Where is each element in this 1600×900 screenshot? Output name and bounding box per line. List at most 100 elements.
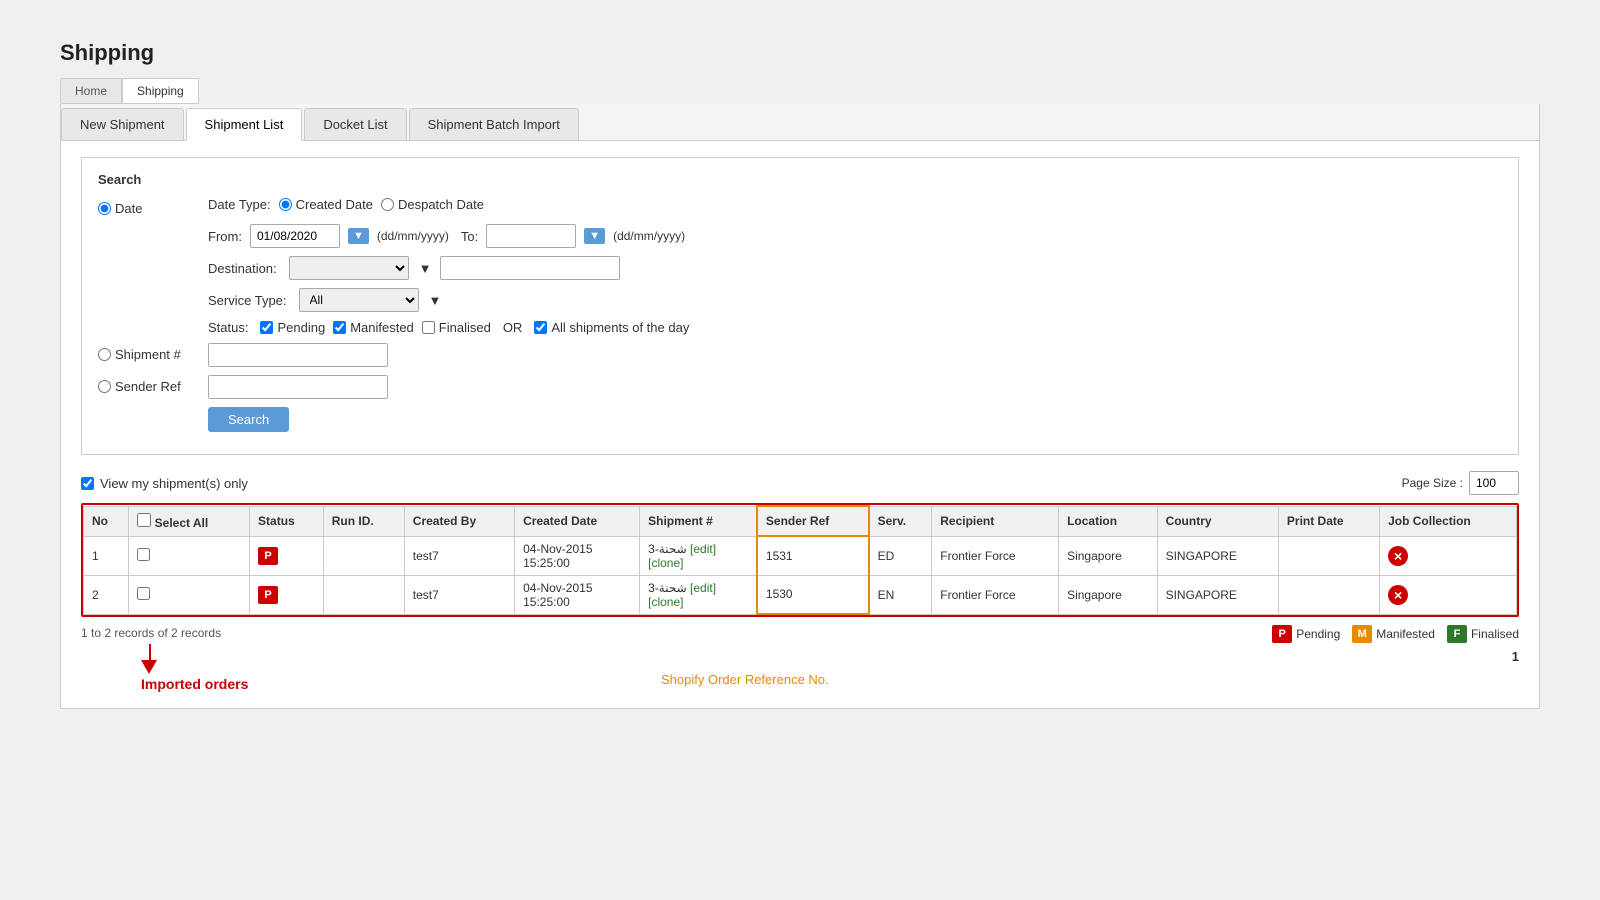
cell-created-by-2: test7: [404, 575, 514, 614]
pending-badge: P: [1272, 625, 1292, 643]
cell-status-1: P: [250, 536, 324, 575]
tab-shipment-batch-import[interactable]: Shipment Batch Import: [409, 108, 579, 140]
cell-checkbox-2: [129, 575, 250, 614]
despatch-date-option[interactable]: Despatch Date: [381, 197, 484, 212]
job-collection-icon-2[interactable]: ×: [1388, 585, 1408, 605]
table-row: 2 P test7 04-Nov-201515:25:00: [84, 575, 1517, 614]
sender-ref-input[interactable]: [208, 375, 388, 399]
despatch-date-radio[interactable]: [381, 198, 394, 211]
row-checkbox-2[interactable]: [137, 587, 150, 600]
row-checkbox-1[interactable]: [137, 548, 150, 561]
table-container: No Select All Status Run ID. Created By …: [81, 503, 1519, 692]
col-sender-ref: Sender Ref: [757, 506, 869, 536]
breadcrumb-home[interactable]: Home: [60, 78, 122, 104]
status-label: Status:: [208, 320, 248, 335]
tab-shipment-list[interactable]: Shipment List: [186, 108, 303, 141]
cell-location-1: Singapore: [1059, 536, 1157, 575]
shipment-num-text-2: شحنة-3: [648, 581, 687, 595]
cell-sender-ref-1: 1531: [757, 536, 869, 575]
cell-serv-1: ED: [869, 536, 932, 575]
col-select-all: Select All: [129, 506, 250, 536]
page-size-input[interactable]: [1469, 471, 1519, 495]
col-job-collection: Job Collection: [1380, 506, 1517, 536]
cell-print-date-2: [1278, 575, 1379, 614]
cell-job-collection-1: ×: [1380, 536, 1517, 575]
col-created-by: Created By: [404, 506, 514, 536]
search-row-shipment-num: Shipment #: [98, 343, 1502, 367]
status-pending-option[interactable]: Pending: [260, 320, 325, 335]
tab-new-shipment[interactable]: New Shipment: [61, 108, 184, 140]
status-finalised-option[interactable]: Finalised: [422, 320, 491, 335]
view-my-label: View my shipment(s) only: [81, 476, 248, 491]
main-panel: New Shipment Shipment List Docket List S…: [60, 104, 1540, 709]
service-type-select[interactable]: All: [299, 288, 419, 312]
to-format-badge[interactable]: ▼: [584, 228, 605, 244]
destination-select[interactable]: [289, 256, 409, 280]
job-collection-icon-1[interactable]: ×: [1388, 546, 1408, 566]
created-date-option[interactable]: Created Date: [279, 197, 373, 212]
legend: P Pending M Manifested F Finalised: [1272, 625, 1519, 643]
status-manifested-option[interactable]: Manifested: [333, 320, 414, 335]
to-date-input[interactable]: [486, 224, 576, 248]
shipment-edit-link-1[interactable]: [edit]: [690, 542, 716, 556]
shipment-num-radio-label[interactable]: Shipment #: [98, 347, 208, 362]
search-row-sender-ref: Sender Ref: [98, 375, 1502, 399]
records-text: 1 to 2 records of 2 records Imported ord…: [81, 625, 248, 692]
from-label: From:: [208, 229, 242, 244]
cell-runid-1: [323, 536, 404, 575]
status-badge-1: P: [258, 547, 278, 565]
from-format-badge[interactable]: ▼: [348, 228, 369, 244]
to-label: To:: [461, 229, 478, 244]
date-type-label: Date Type:: [208, 197, 271, 212]
all-shipments-option[interactable]: All shipments of the day: [534, 320, 689, 335]
from-date-input[interactable]: [250, 224, 340, 248]
tab-bar: New Shipment Shipment List Docket List S…: [61, 104, 1539, 141]
date-radio-label[interactable]: Date: [98, 201, 208, 216]
destination-text-input[interactable]: [440, 256, 620, 280]
footer-right: P Pending M Manifested F Finalised: [1272, 625, 1519, 664]
select-all-checkbox[interactable]: [137, 513, 151, 527]
shopify-annotation: Shopify Order Reference No.: [661, 672, 829, 687]
shipment-edit-link-2[interactable]: [edit]: [690, 581, 716, 595]
col-recipient: Recipient: [932, 506, 1059, 536]
legend-finalised: F Finalised: [1447, 625, 1519, 643]
cell-status-2: P: [250, 575, 324, 614]
content-area: Search Date Date Type: Created Date: [61, 141, 1539, 708]
page-title: Shipping: [60, 40, 1540, 66]
status-badge-2: P: [258, 586, 278, 604]
cell-sender-ref-2: 1530: [757, 575, 869, 614]
shipment-clone-link-1[interactable]: [clone]: [648, 556, 683, 570]
shipment-num-radio[interactable]: [98, 348, 111, 361]
cell-serv-2: EN: [869, 575, 932, 614]
all-shipments-checkbox[interactable]: [534, 321, 547, 334]
pending-checkbox[interactable]: [260, 321, 273, 334]
cell-no-1: 1: [84, 536, 129, 575]
shipment-table-wrapper: No Select All Status Run ID. Created By …: [81, 503, 1519, 617]
table-row: 1 P test7 04-Nov-201515:25:00: [84, 536, 1517, 575]
col-country: Country: [1157, 506, 1278, 536]
arrow-head: [141, 660, 157, 674]
service-type-label: Service Type:: [208, 293, 287, 308]
manifested-checkbox[interactable]: [333, 321, 346, 334]
col-location: Location: [1059, 506, 1157, 536]
cell-country-2: SINGAPORE: [1157, 575, 1278, 614]
view-my-checkbox[interactable]: [81, 477, 94, 490]
shipment-clone-link-2[interactable]: [clone]: [648, 595, 683, 609]
search-button[interactable]: Search: [208, 407, 289, 432]
status-or: OR: [503, 320, 523, 335]
date-radio[interactable]: [98, 202, 111, 215]
col-no: No: [84, 506, 129, 536]
shipment-num-input[interactable]: [208, 343, 388, 367]
cell-created-by-1: test7: [404, 536, 514, 575]
legend-manifested: M Manifested: [1352, 625, 1435, 643]
sender-ref-radio-label[interactable]: Sender Ref: [98, 379, 208, 394]
sender-ref-radio[interactable]: [98, 380, 111, 393]
breadcrumb-shipping[interactable]: Shipping: [122, 78, 199, 104]
tab-docket-list[interactable]: Docket List: [304, 108, 406, 140]
created-date-radio[interactable]: [279, 198, 292, 211]
arrow-line: [149, 644, 151, 660]
view-controls-row: View my shipment(s) only Page Size :: [81, 471, 1519, 495]
cell-shipment-num-2: شحنة-3 [edit] [clone]: [640, 575, 757, 614]
shipment-table: No Select All Status Run ID. Created By …: [83, 505, 1517, 615]
finalised-checkbox[interactable]: [422, 321, 435, 334]
